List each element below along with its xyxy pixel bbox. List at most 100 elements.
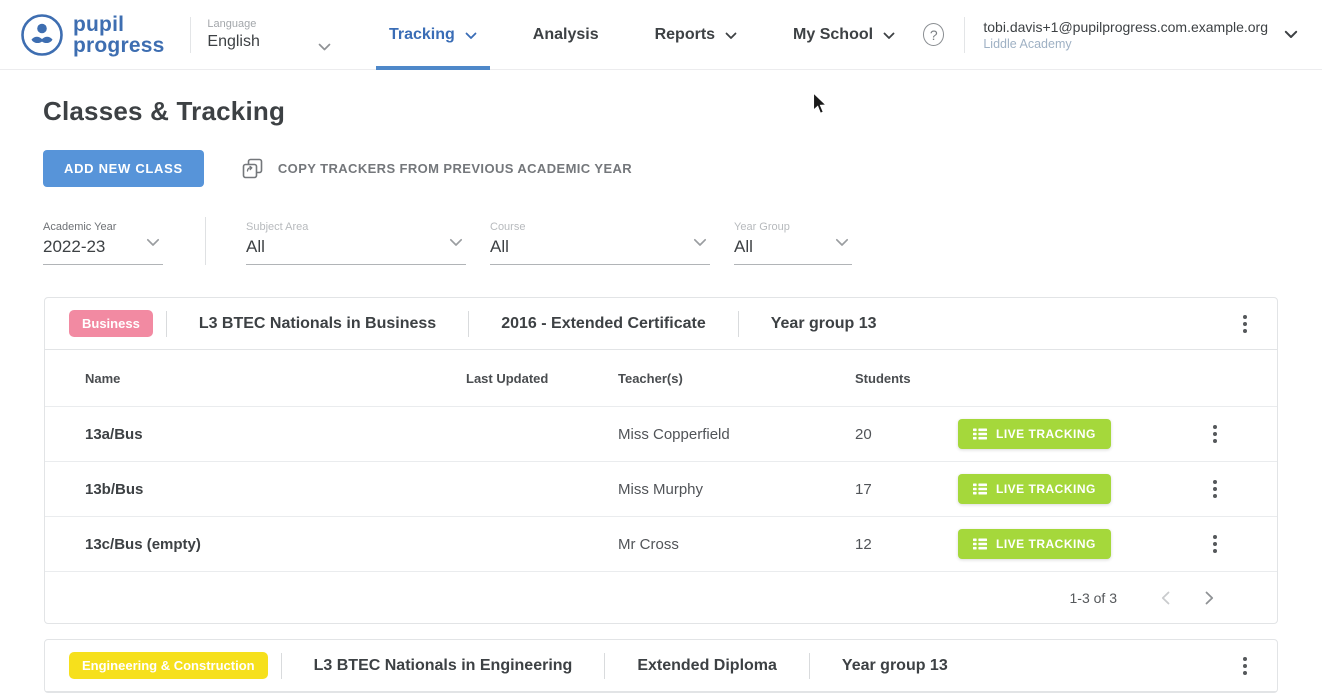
language-selector[interactable]: Language English (207, 18, 331, 51)
table-row: 13b/Bus Miss Murphy 17 LIVE TRACKING (45, 461, 1277, 516)
filter-academic-year-value: 2022-23 (43, 237, 163, 257)
class-student-count: 17 (855, 481, 958, 498)
table-grid-icon (973, 428, 987, 440)
live-tracking-label: LIVE TRACKING (996, 537, 1096, 551)
language-label: Language (207, 18, 331, 30)
account-info: tobi.davis+1@pupilprogress.com.example.o… (983, 19, 1268, 51)
live-tracking-button[interactable]: LIVE TRACKING (958, 529, 1111, 559)
chevron-down-icon (1284, 26, 1298, 44)
filter-academic-year[interactable]: Academic Year 2022-23 (43, 221, 163, 265)
column-header-name: Name (85, 371, 466, 386)
filter-year-group[interactable]: Year Group All (734, 221, 852, 265)
nav-tab-analysis-label: Analysis (533, 26, 599, 44)
class-teacher: Mr Cross (618, 536, 855, 553)
filters-row: Academic Year 2022-23 Subject Area All C… (43, 217, 1279, 265)
account-school: Liddle Academy (983, 37, 1268, 51)
live-tracking-label: LIVE TRACKING (996, 427, 1096, 441)
table-row: 13c/Bus (empty) Mr Cross 12 LIVE TRACKIN… (45, 516, 1277, 571)
row-kebab-menu[interactable] (1207, 529, 1237, 559)
main-content: Classes & Tracking ADD NEW CLASS COPY TR… (0, 96, 1322, 693)
class-teacher: Miss Murphy (618, 481, 855, 498)
table-grid-icon (973, 538, 987, 550)
filters-divider (205, 217, 206, 265)
table-row: 13a/Bus Miss Copperfield 20 LIVE TRACKIN… (45, 406, 1277, 461)
subject-badge: Engineering & Construction (69, 652, 268, 679)
chevron-down-icon (449, 234, 463, 252)
card-course-title: L3 BTEC Nationals in Business (199, 315, 436, 333)
class-card-engineering: Engineering & Construction L3 BTEC Natio… (44, 639, 1278, 693)
card-header: Engineering & Construction L3 BTEC Natio… (45, 640, 1277, 692)
pupil-progress-logo[interactable]: pupil progress (20, 13, 164, 57)
table-grid-icon (973, 483, 987, 495)
nav-tab-reports-label: Reports (655, 26, 715, 44)
copy-icon (242, 158, 263, 179)
card-qualification: Extended Diploma (637, 657, 777, 675)
card-qualification: 2016 - Extended Certificate (501, 315, 706, 333)
pagination-range: 1-3 of 3 (1070, 590, 1117, 606)
copy-trackers-button[interactable]: COPY TRACKERS FROM PREVIOUS ACADEMIC YEA… (242, 158, 632, 179)
page-title: Classes & Tracking (43, 96, 1322, 127)
live-tracking-button[interactable]: LIVE TRACKING (958, 419, 1111, 449)
chevron-down-icon (835, 234, 849, 252)
segment-divider (166, 311, 167, 337)
card-kebab-menu[interactable] (1237, 309, 1253, 339)
account-menu[interactable]: tobi.davis+1@pupilprogress.com.example.o… (983, 19, 1298, 51)
main-nav: Tracking Analysis Reports My School (361, 0, 923, 70)
help-icon[interactable]: ? (923, 23, 944, 46)
card-header: Business L3 BTEC Nationals in Business 2… (45, 298, 1277, 350)
pagination-next-button[interactable] (1187, 591, 1231, 605)
segment-divider (468, 311, 469, 337)
row-kebab-menu[interactable] (1207, 474, 1237, 504)
class-student-count: 12 (855, 536, 958, 553)
chevron-down-icon (883, 27, 895, 45)
card-year-group: Year group 13 (842, 657, 948, 675)
chevron-down-icon (725, 27, 737, 45)
pupil-progress-logo-icon (20, 13, 64, 57)
class-card-business: Business L3 BTEC Nationals in Business 2… (44, 297, 1278, 624)
active-tab-underline (376, 66, 490, 70)
nav-tab-tracking-label: Tracking (389, 26, 455, 44)
nav-tab-analysis[interactable]: Analysis (520, 0, 612, 70)
table-header-row: Name Last Updated Teacher(s) Students (45, 350, 1277, 406)
filter-academic-year-label: Academic Year (43, 221, 163, 233)
filter-subject-area-label: Subject Area (246, 221, 466, 233)
filter-year-group-label: Year Group (734, 221, 852, 233)
segment-divider (281, 653, 282, 679)
column-header-teachers: Teacher(s) (618, 371, 855, 386)
nav-tab-my-school[interactable]: My School (780, 0, 908, 70)
column-header-students: Students (855, 371, 958, 386)
card-kebab-menu[interactable] (1237, 651, 1253, 681)
account-email: tobi.davis+1@pupilprogress.com.example.o… (983, 19, 1268, 35)
segment-divider (809, 653, 810, 679)
chevron-down-icon (146, 234, 160, 252)
chevron-down-icon (318, 38, 331, 56)
top-navbar: pupil progress Language English Tracking… (0, 0, 1322, 70)
filter-course-label: Course (490, 221, 710, 233)
navbar-divider (964, 17, 965, 53)
nav-tab-tracking[interactable]: Tracking (376, 0, 490, 70)
add-new-class-button[interactable]: ADD NEW CLASS (43, 150, 204, 187)
card-year-group: Year group 13 (771, 315, 877, 333)
chevron-down-icon (465, 27, 477, 45)
filter-subject-area[interactable]: Subject Area All (246, 221, 466, 265)
navbar-divider (190, 17, 191, 53)
card-course-title: L3 BTEC Nationals in Engineering (314, 657, 573, 675)
live-tracking-button[interactable]: LIVE TRACKING (958, 474, 1111, 504)
pagination: 1-3 of 3 (45, 571, 1277, 623)
class-teacher: Miss Copperfield (618, 426, 855, 443)
row-kebab-menu[interactable] (1207, 419, 1237, 449)
chevron-down-icon (693, 234, 707, 252)
logo-wordmark: pupil progress (73, 14, 164, 56)
nav-tab-reports[interactable]: Reports (642, 0, 750, 70)
pagination-prev-button[interactable] (1143, 591, 1187, 605)
segment-divider (738, 311, 739, 337)
filter-course[interactable]: Course All (490, 221, 710, 265)
class-name: 13b/Bus (85, 481, 466, 498)
actions-row: ADD NEW CLASS COPY TRACKERS FROM PREVIOU… (43, 150, 1322, 187)
live-tracking-label: LIVE TRACKING (996, 482, 1096, 496)
filter-course-value: All (490, 237, 710, 257)
filter-subject-area-value: All (246, 237, 466, 257)
column-header-last-updated: Last Updated (466, 371, 618, 386)
class-student-count: 20 (855, 426, 958, 443)
class-name: 13c/Bus (empty) (85, 536, 466, 553)
